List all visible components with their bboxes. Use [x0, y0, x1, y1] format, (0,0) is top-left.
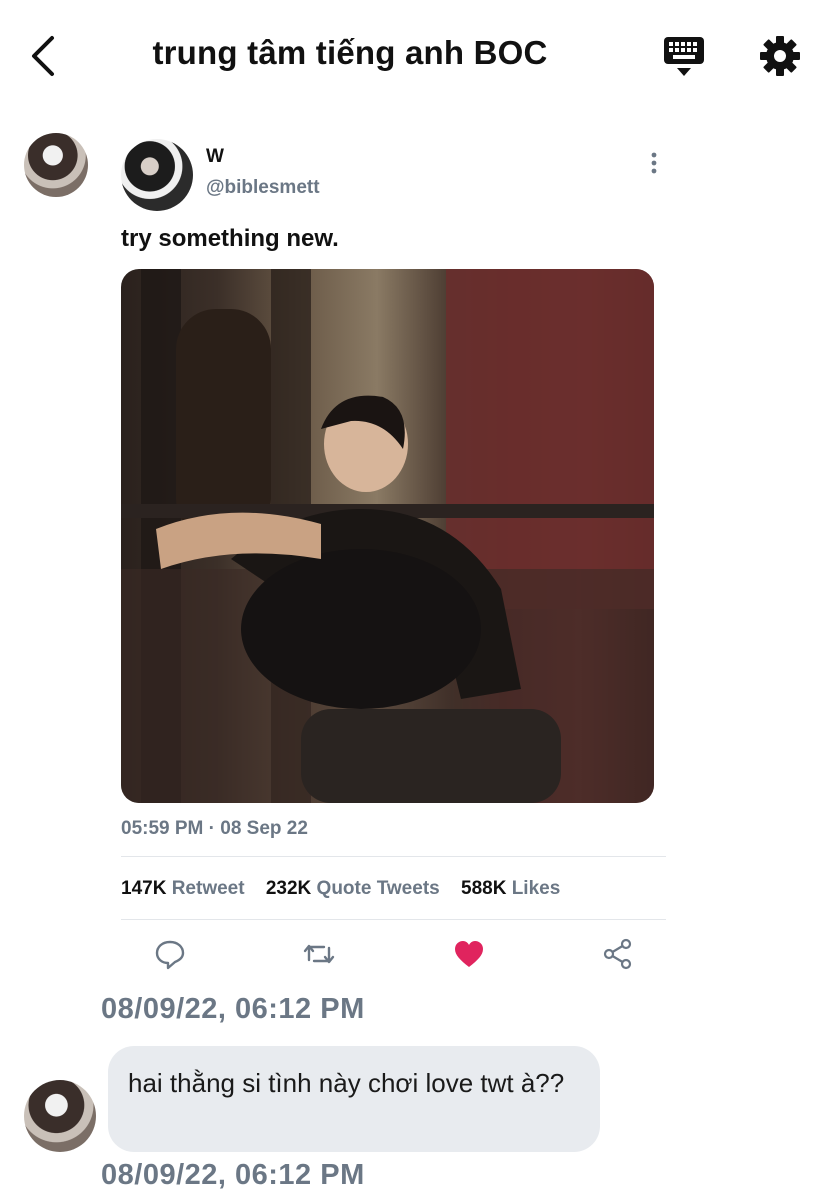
more-options-button[interactable] [642, 150, 666, 176]
keyboard-button[interactable] [660, 34, 708, 80]
tweet-timestamp: 05:59 PM · 08 Sep 22 [121, 818, 308, 839]
share-button[interactable] [601, 938, 635, 970]
divider [121, 856, 666, 857]
tweet-author-name: W [206, 146, 224, 167]
tweet-stats: 147K Retweet 232K Quote Tweets 588K Like… [121, 878, 576, 900]
tweet-author-handle: @biblesmett [206, 177, 320, 198]
retweet-count: 147K [121, 878, 167, 899]
settings-button[interactable] [756, 34, 804, 80]
tweet-text: try something new. [121, 225, 339, 252]
keyboard-icon [664, 37, 704, 76]
sender-avatar[interactable] [24, 133, 88, 197]
more-vertical-icon [651, 152, 657, 174]
top-bar: trung tâm tiếng anh BOC [0, 0, 828, 112]
like-label[interactable]: Likes [512, 878, 561, 899]
retweet-label[interactable]: Retweet [172, 878, 245, 899]
heart-icon [455, 941, 483, 967]
quote-label[interactable]: Quote Tweets [317, 878, 440, 899]
message-text: hai thằng si tình này chơi love twt à?? [128, 1068, 565, 1098]
photo-illustration [121, 269, 654, 803]
chat-title: trung tâm tiếng anh BOC [152, 34, 548, 71]
gear-icon [760, 36, 800, 76]
reply-icon [155, 940, 185, 970]
reply-button[interactable] [153, 938, 187, 970]
message-bubble[interactable]: hai thằng si tình này chơi love twt à?? [108, 1046, 600, 1152]
retweet-button[interactable] [302, 938, 336, 970]
like-button[interactable] [452, 938, 486, 970]
sender-avatar[interactable] [24, 1080, 96, 1152]
message-timestamp: 08/09/22, 06:12 PM [101, 993, 365, 1025]
tweet-photo[interactable] [121, 269, 654, 803]
share-icon [603, 938, 632, 970]
tweet-author-avatar[interactable] [121, 139, 193, 211]
divider [121, 919, 666, 920]
message-timestamp: 08/09/22, 06:12 PM [101, 1159, 365, 1191]
like-count: 588K [461, 878, 507, 899]
quote-count: 232K [265, 878, 312, 899]
retweet-icon [303, 944, 335, 964]
